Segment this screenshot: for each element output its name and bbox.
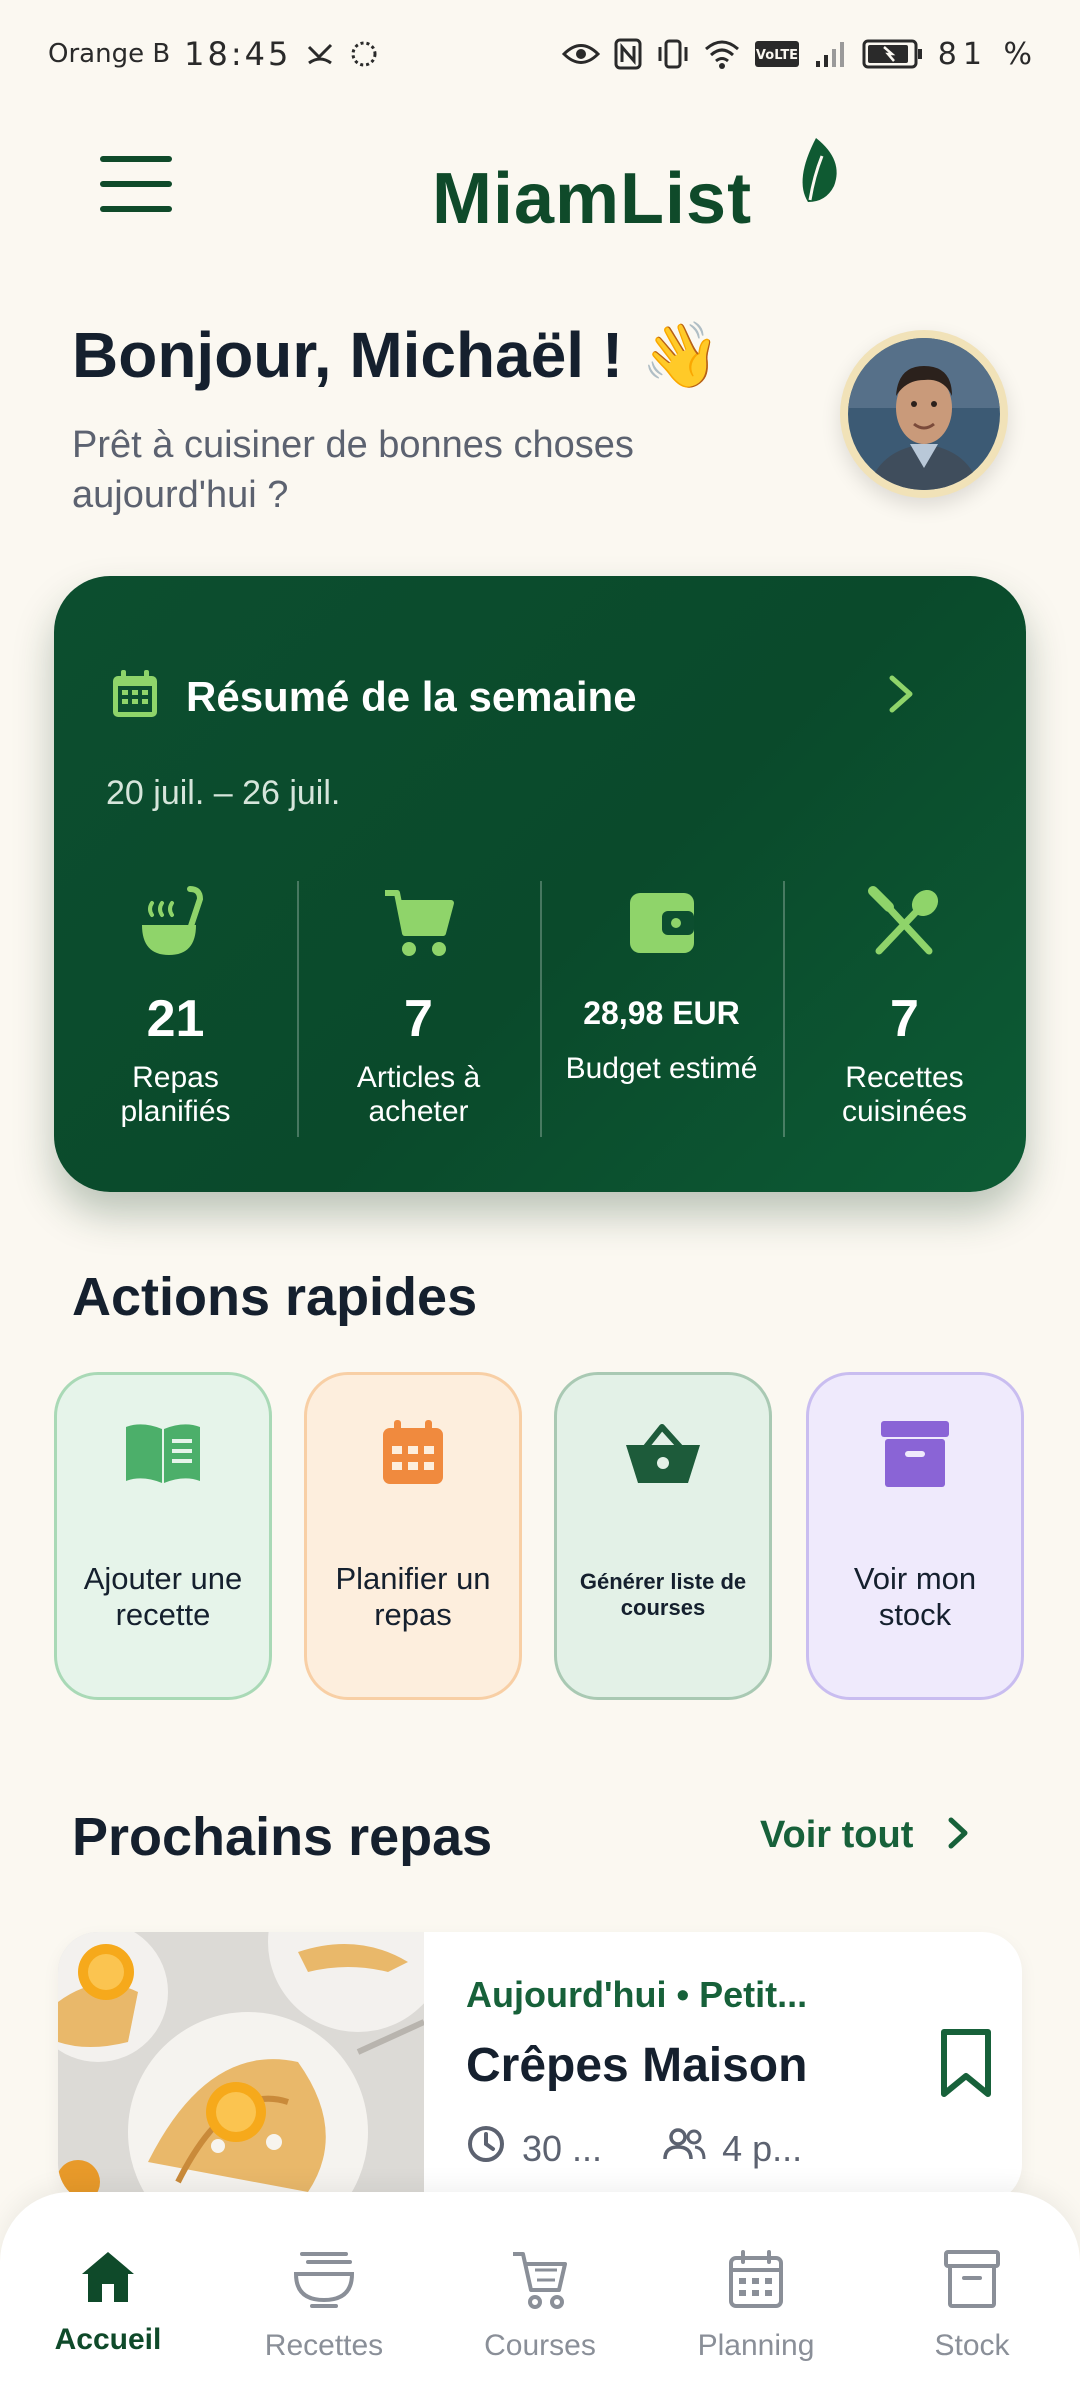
- nav-label: Accueil: [54, 2323, 162, 2356]
- quick-action-label: Ajouter une recette: [83, 1561, 243, 1632]
- hamburger-menu-icon[interactable]: [100, 156, 172, 212]
- svg-text:VoLTE: VoLTE: [756, 48, 798, 63]
- meal-tag: Aujourd'hui • Petit...: [466, 1974, 808, 2015]
- see-all-link[interactable]: Voir tout: [760, 1814, 969, 1857]
- stat-label: Budget estimé: [565, 1052, 758, 1085]
- status-bar: Orange B 18:45 VoLTE 81 %: [0, 0, 1080, 108]
- chevron-right-icon[interactable]: [886, 672, 916, 721]
- nav-item-planning[interactable]: Planning: [648, 2192, 864, 2400]
- home-icon: [78, 2248, 138, 2309]
- greeting-title: Bonjour, Michaël ! 👋: [72, 319, 721, 391]
- meal-duration-text: 30 ...: [522, 2127, 603, 2169]
- app-name: MiamList: [432, 159, 753, 239]
- view-stock-button[interactable]: Voir mon stock: [806, 1372, 1024, 1700]
- nav-label: Planning: [697, 2329, 815, 2362]
- stat-value: 7: [404, 990, 433, 1048]
- stat-recipes-cooked: 7 Recettes cuisinées: [783, 881, 1026, 1141]
- eye-icon: [561, 41, 600, 67]
- meal-name: Crêpes Maison: [466, 2039, 808, 2092]
- quick-action-label: Voir mon stock: [853, 1561, 977, 1632]
- wallet-icon: [624, 881, 700, 965]
- calendar-icon: [727, 2248, 785, 2315]
- weekly-summary-card[interactable]: Résumé de la semaine 20 juil. – 26 juil.…: [54, 576, 1026, 1192]
- stat-value: 7: [890, 990, 919, 1048]
- add-recipe-button[interactable]: Ajouter une recette: [54, 1372, 272, 1700]
- summary-stats: 21 Repas planifiés 7 Articles à acheter …: [54, 881, 1026, 1141]
- bowl-icon: [292, 2248, 356, 2315]
- stat-label: Articles à acheter: [356, 1061, 481, 1128]
- battery-icon: [862, 38, 924, 70]
- greeting-subtitle: Prêt à cuisiner de bonnes choses aujourd…: [72, 424, 634, 516]
- nav-item-home[interactable]: Accueil: [0, 2192, 216, 2400]
- meal-servings-text: 4 p...: [722, 2127, 803, 2169]
- clock-icon: [466, 2124, 506, 2173]
- upcoming-meals-title: Prochains repas: [72, 1807, 493, 1867]
- nav-label: Stock: [934, 2329, 1010, 2362]
- vibrate-icon: [656, 37, 690, 71]
- archive-box-icon: [942, 2248, 1002, 2315]
- people-icon: [662, 2127, 706, 2170]
- carrier-name: Orange B: [48, 39, 171, 69]
- summary-date-range: 20 juil. – 26 juil.: [106, 774, 341, 812]
- battery-percent: 81 %: [937, 36, 1038, 72]
- volte-icon: VoLTE: [754, 40, 800, 68]
- stat-budget: 28,98 EUR Budget estimé: [540, 881, 783, 1141]
- quick-action-label: Planifier un repas: [335, 1561, 491, 1632]
- stat-meals-planned: 21 Repas planifiés: [54, 881, 297, 1141]
- nav-label: Courses: [484, 2329, 596, 2362]
- stat-items-to-buy: 7 Articles à acheter: [297, 881, 540, 1141]
- missed-call-icon: [305, 39, 335, 69]
- ladle-icon: [138, 881, 214, 965]
- stat-value: 21: [146, 990, 205, 1048]
- utensils-icon: [867, 881, 943, 965]
- nav-label: Recettes: [264, 2329, 384, 2362]
- archive-box-icon: [879, 1411, 951, 1495]
- nav-item-shopping[interactable]: Courses: [432, 2192, 648, 2400]
- see-all-label: Voir tout: [760, 1814, 914, 1856]
- nav-item-stock[interactable]: Stock: [864, 2192, 1080, 2400]
- clock: 18:45: [184, 35, 292, 73]
- sync-icon: [349, 39, 379, 69]
- calendar-icon: [110, 668, 160, 725]
- meal-duration: 30 ...: [466, 2124, 602, 2173]
- signal-icon: [814, 39, 848, 69]
- basket-icon: [622, 1411, 704, 1495]
- app-bar: MiamList: [0, 108, 1080, 248]
- bookmark-icon[interactable]: [938, 2028, 994, 2103]
- chevron-right-icon: [947, 1816, 969, 1855]
- meal-card[interactable]: Aujourd'hui • Petit... Crêpes Maison 30 …: [58, 1932, 1022, 2204]
- bottom-navigation: Accueil Recettes Courses Planning Stock: [0, 2192, 1080, 2400]
- meal-image: [58, 1932, 448, 2204]
- avatar-photo: [848, 338, 1000, 490]
- stat-value: 28,98 EUR: [583, 995, 740, 1031]
- stat-label: Repas planifiés: [120, 1061, 231, 1128]
- book-icon: [122, 1411, 204, 1495]
- wifi-icon: [704, 39, 740, 69]
- meal-servings: 4 p...: [662, 2124, 802, 2173]
- stat-label: Recettes cuisinées: [841, 1061, 968, 1128]
- summary-title: Résumé de la semaine: [186, 672, 637, 720]
- nfc-icon: [614, 38, 642, 70]
- meal-meta: 30 ... 4 p...: [466, 2124, 802, 2173]
- quick-actions-title: Actions rapides: [72, 1267, 478, 1327]
- nav-item-recipes[interactable]: Recettes: [216, 2192, 432, 2400]
- avatar[interactable]: [840, 330, 1008, 498]
- cart-icon: [381, 881, 457, 965]
- plan-meal-button[interactable]: Planifier un repas: [304, 1372, 522, 1700]
- generate-shopping-list-button[interactable]: Générer liste de courses: [554, 1372, 772, 1700]
- calendar-icon: [380, 1411, 446, 1495]
- cart-icon: [509, 2248, 571, 2315]
- quick-action-label: Générer liste de courses: [579, 1569, 747, 1620]
- leaf-icon: [788, 136, 844, 211]
